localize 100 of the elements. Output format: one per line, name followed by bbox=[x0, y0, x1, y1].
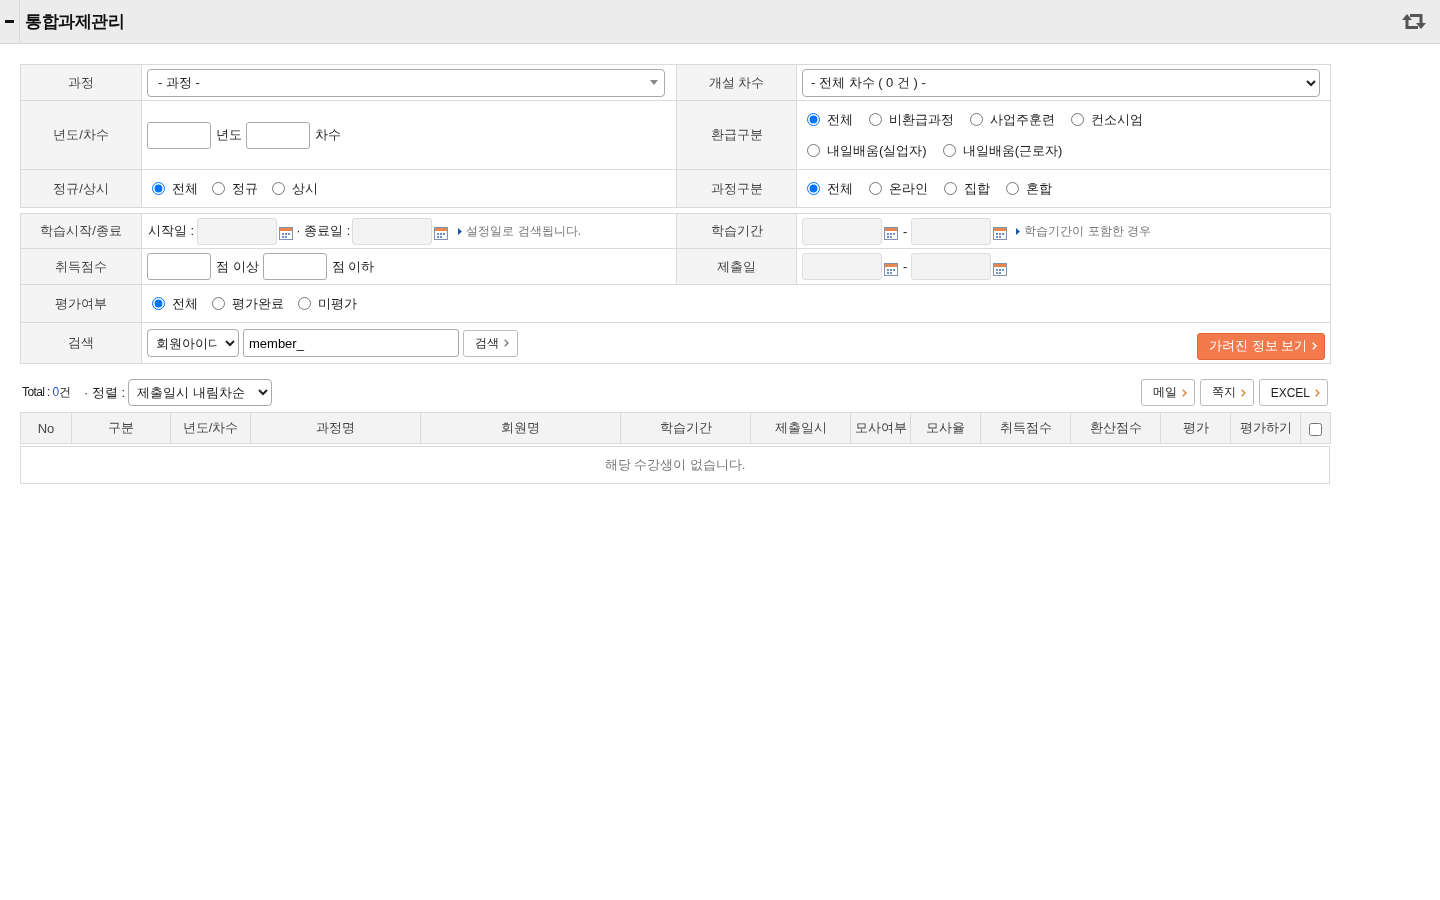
radio-button[interactable] bbox=[869, 113, 882, 126]
field-label: 환급구분 bbox=[676, 100, 797, 170]
course-dropdown[interactable]: - 과정 - bbox=[147, 68, 665, 97]
radio-label[interactable]: 집합 bbox=[964, 179, 990, 198]
unit-label: 년도 bbox=[216, 126, 242, 144]
session-select[interactable]: - 전체 차수 ( 0 건 ) - bbox=[802, 68, 1320, 97]
column-header: 환산점수 bbox=[1070, 412, 1161, 444]
caret-icon bbox=[650, 80, 658, 85]
radio-label[interactable]: 평가완료 bbox=[232, 294, 284, 313]
radio-button[interactable] bbox=[807, 113, 820, 126]
field-label: 년도/차수 bbox=[20, 100, 142, 170]
loop-arrows-icon[interactable] bbox=[1402, 13, 1426, 30]
toolbar-button[interactable]: 메일 bbox=[1140, 379, 1195, 406]
total-count: Total : 0건 bbox=[22, 384, 71, 401]
field-label: 평가여부 bbox=[20, 284, 142, 323]
end-date-input[interactable] bbox=[352, 217, 433, 245]
radio-button[interactable] bbox=[272, 182, 285, 195]
field-label: 과정구분 bbox=[676, 169, 797, 208]
calendar-icon[interactable] bbox=[993, 262, 1008, 276]
hint-text: 설정일로 검색됩니다. bbox=[466, 222, 582, 240]
period-end-input[interactable] bbox=[911, 217, 992, 245]
column-header: 구분 bbox=[71, 412, 171, 444]
field-label: 검색 bbox=[20, 322, 142, 364]
triangle-icon bbox=[458, 227, 463, 235]
column-header: 평가 bbox=[1160, 412, 1231, 444]
field-label: 학습시작/종료 bbox=[20, 213, 142, 249]
chevron-icon bbox=[504, 339, 509, 347]
radio-label[interactable]: 컨소시엄 bbox=[1091, 110, 1143, 129]
field-label: 제출일 bbox=[676, 248, 797, 285]
sort-select[interactable]: 제출일시 내림차순 bbox=[128, 379, 273, 406]
radio-button[interactable] bbox=[1071, 113, 1084, 126]
sort-label: · 정렬 : bbox=[84, 383, 126, 402]
end-date-label: · 종료일 : bbox=[296, 222, 351, 240]
radio-button[interactable] bbox=[298, 297, 311, 310]
chevron-icon bbox=[1312, 342, 1317, 350]
period-start-input[interactable] bbox=[802, 217, 882, 245]
session-input[interactable] bbox=[246, 121, 310, 149]
calendar-icon[interactable] bbox=[993, 227, 1008, 240]
min-score-input[interactable] bbox=[147, 253, 211, 280]
max-score-input[interactable] bbox=[262, 253, 327, 280]
radio-label[interactable]: 비환급과정 bbox=[889, 110, 954, 129]
radio-label[interactable]: 정규 bbox=[232, 179, 258, 198]
chevron-icon bbox=[1181, 388, 1187, 397]
empty-message: 해당 수강생이 없습니다. bbox=[20, 446, 1330, 484]
radio-label[interactable]: 전체 bbox=[827, 110, 853, 129]
unit-label: 점 이하 bbox=[331, 257, 375, 276]
select-all-checkbox[interactable] bbox=[1309, 422, 1322, 436]
column-header: No bbox=[20, 412, 72, 444]
column-header: 제출일시 bbox=[750, 412, 851, 444]
submit-end-input[interactable] bbox=[911, 253, 992, 280]
column-header: 취득점수 bbox=[980, 412, 1071, 444]
column-header: 과정명 bbox=[250, 412, 421, 444]
calendar-icon[interactable] bbox=[884, 227, 898, 240]
radio-button[interactable] bbox=[944, 182, 957, 195]
radio-label[interactable]: 내일배움(실업자) bbox=[827, 141, 927, 160]
range-separator: - bbox=[903, 259, 908, 274]
field-label: 개설 차수 bbox=[676, 64, 797, 101]
radio-button[interactable] bbox=[1006, 182, 1019, 195]
radio-label[interactable]: 전체 bbox=[172, 294, 198, 313]
radio-button[interactable] bbox=[869, 182, 882, 195]
radio-button[interactable] bbox=[807, 144, 820, 157]
toolbar-button[interactable]: 쪽지 bbox=[1199, 379, 1254, 406]
range-separator: - bbox=[903, 223, 908, 239]
radio-label[interactable]: 온라인 bbox=[889, 179, 928, 198]
radio-label[interactable]: 전체 bbox=[827, 179, 853, 198]
column-header: 모사여부 bbox=[850, 412, 911, 444]
column-header: 평가하기 bbox=[1230, 412, 1301, 444]
field-label: 과정 bbox=[20, 64, 142, 101]
calendar-icon[interactable] bbox=[434, 227, 449, 240]
radio-label[interactable]: 상시 bbox=[292, 179, 318, 198]
column-header: 년도/차수 bbox=[170, 412, 251, 444]
hint-text: 학습기간이 포함한 경우 bbox=[1024, 222, 1151, 240]
radio-label[interactable]: 내일배움(근로자) bbox=[962, 141, 1063, 160]
start-date-input[interactable] bbox=[197, 217, 278, 245]
radio-button[interactable] bbox=[970, 113, 983, 126]
calendar-icon[interactable] bbox=[279, 227, 294, 240]
radio-label[interactable]: 전체 bbox=[172, 179, 198, 198]
search-input[interactable]: member_ bbox=[243, 329, 459, 357]
radio-button[interactable] bbox=[152, 297, 165, 310]
unit-label: 점 이상 bbox=[216, 257, 259, 276]
page-title: 통합과제관리 bbox=[25, 11, 124, 33]
field-label: 학습기간 bbox=[676, 213, 797, 249]
submit-start-input[interactable] bbox=[802, 253, 882, 280]
triangle-icon bbox=[1016, 227, 1021, 235]
radio-label[interactable]: 혼합 bbox=[1026, 179, 1052, 198]
radio-button[interactable] bbox=[212, 297, 225, 310]
radio-label[interactable]: 사업주훈련 bbox=[990, 110, 1055, 129]
radio-button[interactable] bbox=[807, 182, 820, 195]
start-date-label: 시작일 : bbox=[148, 222, 195, 240]
radio-button[interactable] bbox=[152, 182, 165, 195]
radio-button[interactable] bbox=[942, 144, 956, 157]
calendar-icon[interactable] bbox=[884, 262, 898, 276]
column-header: 모사율 bbox=[910, 412, 981, 444]
year-input[interactable] bbox=[147, 121, 211, 149]
radio-button[interactable] bbox=[212, 182, 225, 195]
chevron-icon bbox=[1240, 388, 1246, 397]
radio-label[interactable]: 미평가 bbox=[318, 294, 357, 313]
field-label: 취득점수 bbox=[20, 248, 142, 285]
toolbar-button[interactable]: EXCEL bbox=[1258, 379, 1328, 406]
search-button[interactable]: 검색 bbox=[463, 329, 518, 357]
